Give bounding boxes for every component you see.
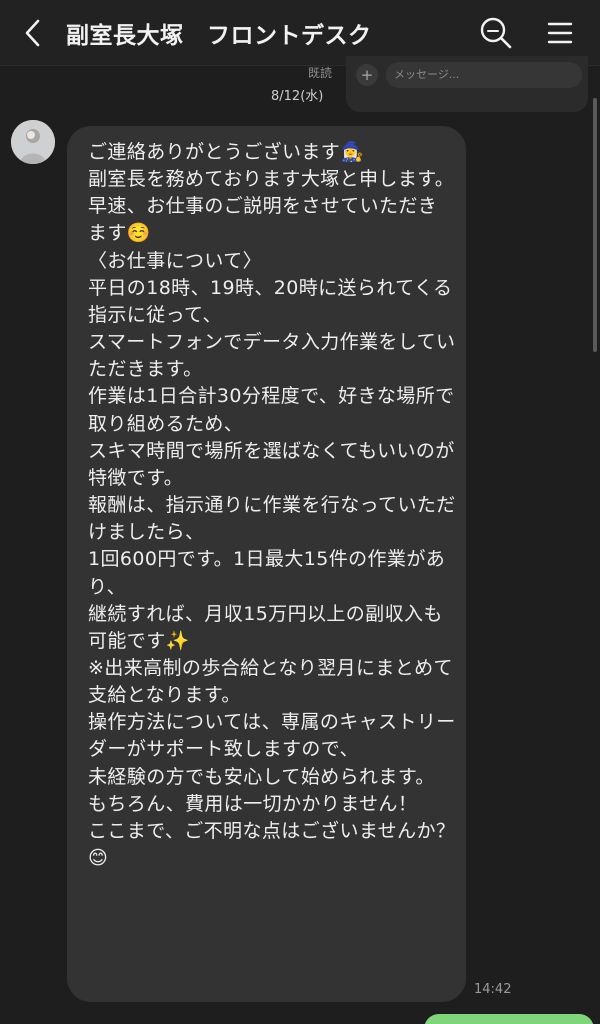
avatar-photo-icon xyxy=(11,120,55,164)
search-icon[interactable] xyxy=(479,16,513,50)
message-bubble[interactable]: ご連絡ありがとうございます🧙‍♀️ 副室長を務めております大塚と申します。 早速… xyxy=(67,126,466,1002)
message-input-preview: メッセージ... xyxy=(386,62,582,88)
avatar[interactable] xyxy=(11,120,55,164)
chevron-left-icon[interactable] xyxy=(18,18,48,48)
chat-title: 副室長大塚 フロントデスク xyxy=(66,23,372,49)
scrollbar[interactable] xyxy=(593,98,597,352)
date-separator: 8/12(水) xyxy=(271,89,324,104)
message-text: ご連絡ありがとうございます🧙‍♀️ 副室長を務めております大塚と申します。 早速… xyxy=(88,141,456,870)
previous-message-preview: + メッセージ... xyxy=(346,56,588,112)
message-timestamp: 14:42 xyxy=(474,982,512,997)
hamburger-menu-icon[interactable] xyxy=(547,20,573,46)
read-receipt: 既読 xyxy=(308,66,333,80)
outgoing-message-bubble[interactable] xyxy=(424,1014,594,1024)
plus-icon: + xyxy=(356,64,378,86)
